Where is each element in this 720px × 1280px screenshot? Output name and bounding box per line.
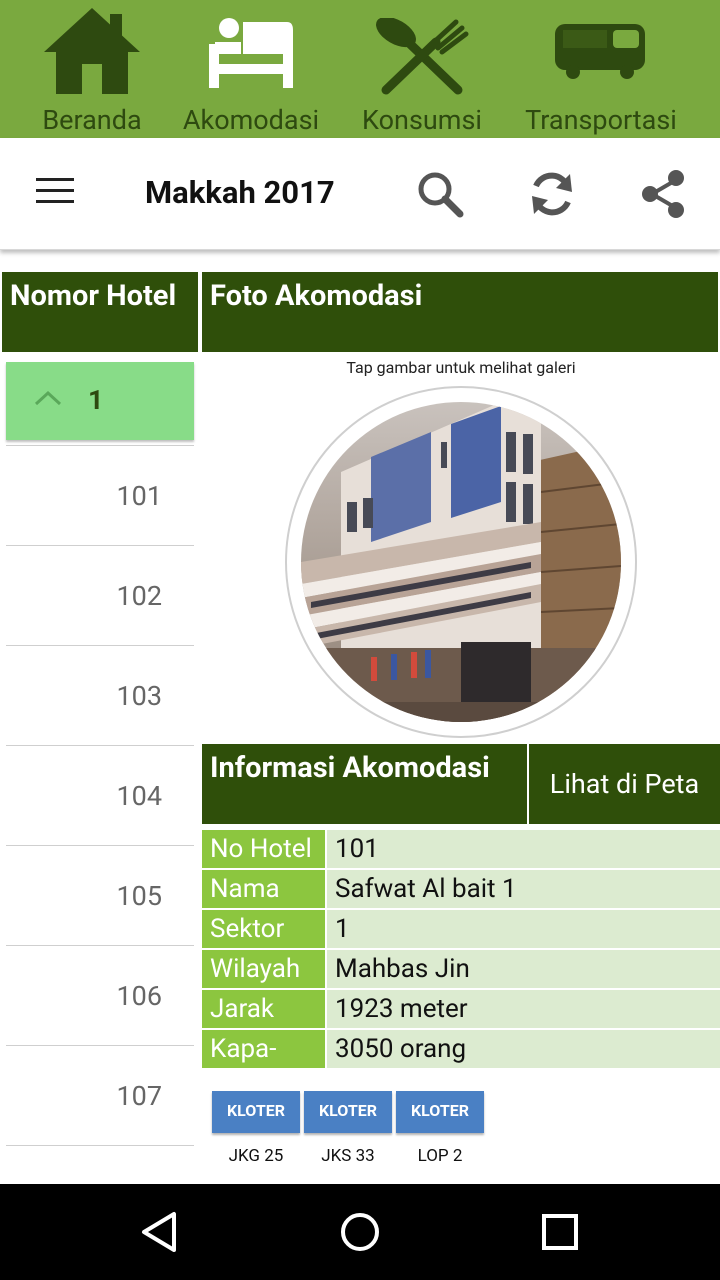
- back-icon[interactable]: [138, 1210, 182, 1254]
- hotel-number: 105: [116, 880, 162, 912]
- kloter-caption: LOP 2: [417, 1146, 463, 1166]
- refresh-icon[interactable]: [526, 168, 578, 220]
- info-value: 101: [327, 830, 720, 868]
- list-item[interactable]: 106: [6, 946, 194, 1046]
- hotel-number: 106: [116, 980, 162, 1012]
- hotel-number: 101: [116, 480, 162, 512]
- info-row: Sektor 1: [202, 910, 720, 948]
- kloter-caption: JKG 25: [228, 1146, 284, 1166]
- photo-hint: Tap gambar untuk melihat galeri: [346, 358, 576, 377]
- info-key: Jarak: [202, 990, 325, 1028]
- tab-beranda[interactable]: Beranda: [22, 0, 162, 138]
- category-tab-bar: Beranda Akomodasi Konsumsi Transportasi: [0, 0, 720, 138]
- recents-icon[interactable]: [538, 1210, 582, 1254]
- tab-label: Konsumsi: [362, 104, 482, 136]
- page-title: Makkah 2017: [145, 174, 335, 211]
- info-value: 1: [327, 910, 720, 948]
- list-item[interactable]: 104: [6, 746, 194, 846]
- hotel-number-header: Nomor Hotel: [2, 272, 198, 352]
- list-item[interactable]: 103: [6, 646, 194, 746]
- utensils-icon: [376, 18, 469, 95]
- hotel-photo[interactable]: [301, 402, 621, 722]
- tab-label: Beranda: [42, 104, 142, 136]
- info-key: Sektor: [202, 910, 325, 948]
- list-item[interactable]: 105: [6, 846, 194, 946]
- menu-icon[interactable]: [36, 178, 76, 208]
- info-row: Kapa- 3050 orang: [202, 1030, 720, 1068]
- search-icon[interactable]: [414, 168, 466, 220]
- home-icon: [44, 8, 140, 94]
- kloter-caption: JKS 33: [321, 1146, 375, 1166]
- tab-label: Transportasi: [525, 104, 677, 136]
- photo-header: Foto Akomodasi: [202, 272, 718, 352]
- list-item[interactable]: 101: [6, 446, 194, 546]
- view-map-button[interactable]: Lihat di Peta: [529, 744, 720, 824]
- list-item[interactable]: 102: [6, 546, 194, 646]
- info-row: Nama Safwat Al bait 1: [202, 870, 720, 908]
- info-value: 3050 orang: [327, 1030, 720, 1068]
- tab-transportasi[interactable]: Transportasi: [516, 0, 686, 138]
- home-nav-icon[interactable]: [338, 1210, 382, 1254]
- tab-konsumsi[interactable]: Konsumsi: [352, 0, 492, 138]
- info-row: Jarak 1923 meter: [202, 990, 720, 1028]
- bed-icon: [209, 18, 293, 88]
- hotel-group-number: 1: [88, 384, 104, 416]
- share-icon[interactable]: [638, 168, 690, 220]
- info-row: Wilayah Mahbas Jin: [202, 950, 720, 988]
- kloter-button[interactable]: KLOTER: [396, 1091, 484, 1133]
- hotel-number: 102: [116, 580, 162, 612]
- system-nav-bar: [0, 1184, 720, 1280]
- info-key: Wilayah: [202, 950, 325, 988]
- info-value: 1923 meter: [327, 990, 720, 1028]
- hotel-number: 107: [116, 1080, 162, 1112]
- info-key: Kapa-: [202, 1030, 325, 1068]
- list-item[interactable]: 107: [6, 1046, 194, 1146]
- info-row: No Hotel 101: [202, 830, 720, 868]
- info-value: Mahbas Jin: [327, 950, 720, 988]
- app-toolbar: Makkah 2017: [0, 138, 720, 250]
- kloter-button[interactable]: KLOTER: [304, 1091, 392, 1133]
- hotel-building-image: [301, 402, 621, 722]
- hotel-number: 104: [116, 780, 162, 812]
- hotel-group-header[interactable]: 1: [6, 362, 194, 440]
- hotel-number: 103: [116, 680, 162, 712]
- kloter-button[interactable]: KLOTER: [212, 1091, 300, 1133]
- info-key: Nama: [202, 870, 325, 908]
- info-key: No Hotel: [202, 830, 325, 868]
- info-header: Informasi Akomodasi: [202, 744, 527, 824]
- info-value: Safwat Al bait 1: [327, 870, 720, 908]
- bus-icon: [555, 24, 645, 79]
- chevron-up-icon: [34, 390, 62, 406]
- tab-akomodasi[interactable]: Akomodasi: [176, 0, 326, 138]
- tab-label: Akomodasi: [182, 104, 320, 136]
